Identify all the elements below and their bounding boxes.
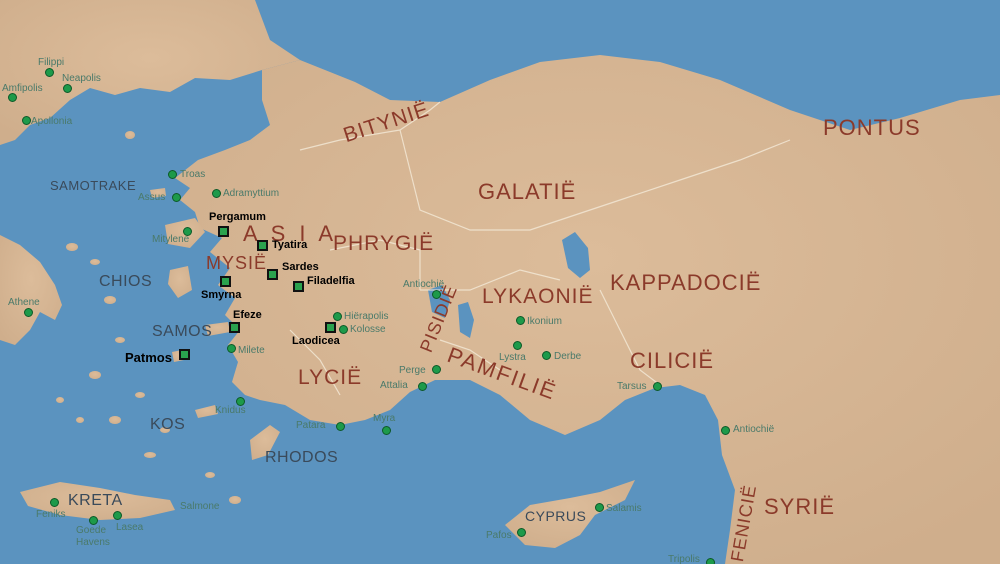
city-label-lasea: Lasea: [116, 522, 144, 533]
city-marker-hierapolis: [333, 312, 342, 321]
city-label-kolosse: Kolosse: [350, 324, 386, 335]
island-cyprus-label: CYPRUS: [525, 508, 587, 524]
city-label-myra: Myra: [373, 413, 396, 424]
church-label-laodicea: Laodicea: [292, 335, 340, 347]
church-marker-sardes: [267, 269, 278, 280]
city-marker-tripolis: [706, 558, 715, 564]
city-label-lystra: Lystra: [499, 352, 526, 363]
city-marker-feniks: [50, 498, 59, 507]
region-phrygie: PHRYGIË: [333, 232, 435, 255]
city-marker-tarsus: [653, 382, 662, 391]
church-label-efeze: Efeze: [233, 309, 262, 321]
city-label-filippi: Filippi: [38, 57, 65, 68]
city-marker-ikonium: [516, 316, 525, 325]
city-marker-filippi: [45, 68, 54, 77]
city-label-adramyttium: Adramyttium: [223, 188, 280, 199]
city-label-troas: Troas: [180, 169, 206, 180]
city-label-knidus: Knidus: [215, 405, 246, 416]
city-marker-patara: [336, 422, 345, 431]
city-label-hierapolis: Hiërapolis: [344, 311, 389, 322]
city-marker-goede-havens: [89, 516, 98, 525]
city-label-milete: Milete: [238, 345, 265, 356]
church-marker-smyrna: [220, 276, 231, 287]
city-marker-troas: [168, 170, 177, 179]
city-label-ikonium: Ikonium: [527, 316, 563, 327]
city-marker-lystra: [513, 341, 522, 350]
city-label-neapolis: Neapolis: [62, 73, 101, 84]
city-marker-amfipolis: [8, 93, 17, 102]
city-marker-milete: [227, 344, 236, 353]
church-marker-efeze: [229, 322, 240, 333]
city-label-salmone: Salmone: [180, 501, 220, 512]
city-marker-salamis: [595, 503, 604, 512]
city-marker-antiochie-syria: [721, 426, 730, 435]
island-chios-label: CHIOS: [99, 273, 153, 290]
church-marker-patmos: [179, 349, 190, 360]
region-lycie: LYCIË: [298, 366, 363, 389]
church-marker-pergamum: [218, 226, 229, 237]
island-kos-label: KOS: [150, 416, 186, 433]
church-marker-filadelfia: [293, 281, 304, 292]
city-label-attalia: Attalia: [380, 380, 408, 391]
city-label-tarsus: Tarsus: [617, 381, 647, 392]
church-marker-tyatira: [257, 240, 268, 251]
city-marker-lasea: [113, 511, 122, 520]
city-marker-antiochie-pisidia: [432, 290, 441, 299]
region-pontus: PONTUS: [823, 115, 921, 140]
city-marker-kolosse: [339, 325, 348, 334]
region-mysie: MYSIË: [206, 253, 268, 273]
city-marker-assus: [172, 193, 181, 202]
church-label-sardes: Sardes: [282, 261, 319, 273]
island-samos-label: SAMOS: [152, 323, 213, 340]
city-label-assus: Assus: [138, 192, 166, 203]
city-label-athene: Athene: [8, 297, 40, 308]
church-label-filadelfia: Filadelfia: [307, 275, 355, 287]
city-label-apollonia: Apollonia: [31, 116, 73, 127]
city-marker-myra: [382, 426, 391, 435]
church-label-tyatira: Tyatira: [272, 239, 308, 251]
city-label-perge: Perge: [399, 365, 426, 376]
church-label-pergamum: Pergamum: [209, 211, 266, 223]
city-label-derbe: Derbe: [554, 351, 582, 362]
region-lykaonie: LYKAONIË: [482, 285, 594, 308]
region-cilicie: CILICIË: [630, 348, 715, 373]
city-label-patara: Patara: [296, 420, 326, 431]
island-samotrake-label: SAMOTRAKE: [50, 178, 137, 193]
city-label-salamis: Salamis: [606, 503, 642, 514]
city-marker-perge: [432, 365, 441, 374]
city-label-goede: Goede: [76, 525, 107, 536]
city-marker-apollonia: [22, 116, 31, 125]
city-label-feniks: Feniks: [36, 509, 66, 520]
city-label-havens: Havens: [76, 537, 110, 548]
island-kreta-label: KRETA: [68, 492, 123, 509]
region-kappadocie: KAPPADOCIË: [610, 270, 762, 295]
church-label-smyrna: Smyrna: [201, 289, 242, 301]
city-marker-attalia: [418, 382, 427, 391]
island-rhodos-label: RHODOS: [265, 449, 339, 466]
city-marker-pafos: [517, 528, 526, 537]
region-galatie: GALATIË: [478, 179, 577, 204]
church-label-patmos: Patmos: [125, 350, 172, 365]
city-label-tripolis: Tripolis: [668, 554, 700, 564]
city-label-amfipolis: Amfipolis: [2, 83, 43, 94]
city-marker-adramyttium: [212, 189, 221, 198]
map: BITYNIË PONTUS GALATIË A S I A PHRYGIË M…: [0, 0, 1000, 564]
church-marker-laodicea: [325, 322, 336, 333]
city-label-pafos: Pafos: [486, 530, 512, 541]
city-marker-athene: [24, 308, 33, 317]
city-marker-derbe: [542, 351, 551, 360]
city-label-antiochie-pisidia: Antiochië: [403, 279, 445, 290]
city-label-antiochie-syria: Antiochië: [733, 424, 775, 435]
city-marker-neapolis: [63, 84, 72, 93]
region-syrie: SYRIË: [764, 494, 836, 519]
city-label-mitylene: Mitylene: [152, 234, 190, 245]
